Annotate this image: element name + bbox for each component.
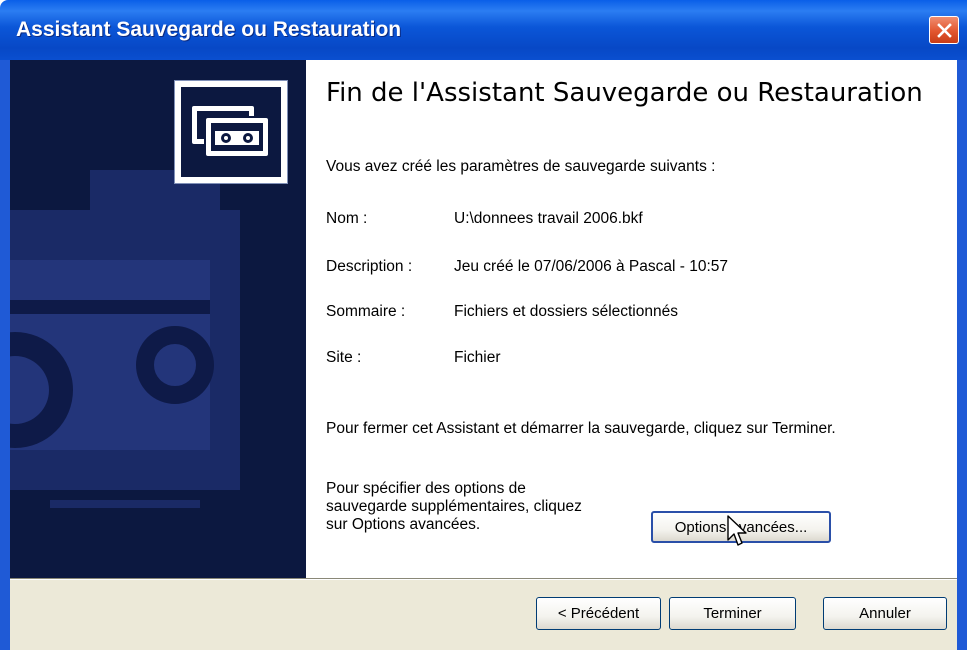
mouse-pointer-icon [727, 515, 747, 546]
window-frame-right [957, 60, 967, 650]
back-button-label: < Précédent [557, 605, 640, 622]
setting-value-site: Fichier [454, 349, 501, 366]
intro-text: Vous avez créé les paramètres de sauvega… [326, 158, 716, 175]
close-icon [937, 23, 952, 38]
setting-label-site: Site : [326, 349, 362, 366]
wizard-window: Assistant Sauvegarde ou Restauration Fin… [0, 0, 967, 650]
window-title: Assistant Sauvegarde ou Restauration [16, 18, 402, 41]
cancel-button[interactable]: Annuler [823, 597, 947, 630]
setting-value-name: U:\donnees travail 2006.bkf [454, 210, 643, 227]
backup-logo [174, 80, 288, 184]
backup-tapes-icon [181, 87, 281, 177]
setting-label-name: Nom : [326, 210, 368, 227]
advanced-instructions: Pour spécifier des options de sauvegarde… [326, 480, 582, 533]
wizard-content: Fin de l'Assistant Sauvegarde ou Restaur… [306, 60, 957, 578]
finish-button[interactable]: Terminer [669, 597, 796, 630]
finish-button-label: Terminer [703, 605, 762, 622]
title-bar[interactable]: Assistant Sauvegarde ou Restauration [0, 0, 967, 60]
setting-value-summary: Fichiers et dossiers sélectionnés [454, 303, 678, 320]
close-button[interactable] [929, 16, 959, 44]
wizard-sidebar [10, 60, 306, 578]
wizard-footer: < Précédent Terminer Annuler [10, 580, 957, 650]
finish-instructions: Pour fermer cet Assistant et démarrer la… [326, 420, 836, 437]
back-button[interactable]: < Précédent [536, 597, 661, 630]
setting-value-description: Jeu créé le 07/06/2006 à Pascal - 10:57 [454, 258, 729, 275]
wizard-heading: Fin de l'Assistant Sauvegarde ou Restaur… [326, 78, 923, 108]
window-frame-left [0, 60, 10, 650]
setting-label-summary: Sommaire : [326, 303, 406, 320]
setting-label-description: Description : [326, 258, 413, 275]
cancel-button-label: Annuler [859, 605, 911, 622]
